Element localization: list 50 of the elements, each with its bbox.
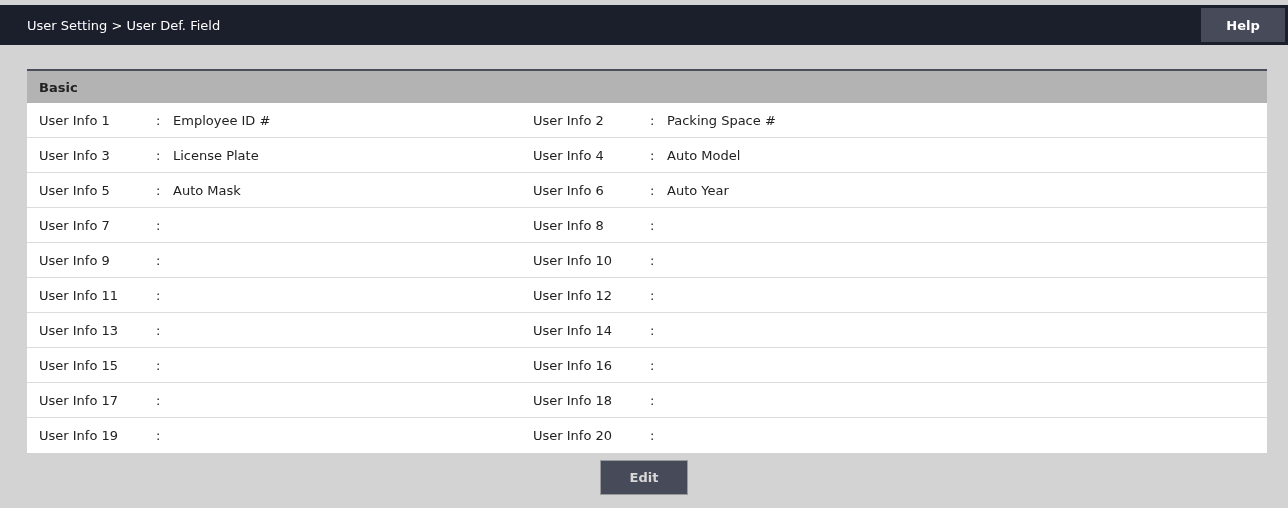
separator: : <box>156 217 162 233</box>
field-value: Auto Mask <box>173 182 241 198</box>
field-value: Auto Model <box>667 147 741 163</box>
separator: : <box>650 182 656 198</box>
field-label: User Info 6 <box>533 182 605 198</box>
field-label: User Info 11 <box>39 287 120 303</box>
field-label: User Info 1 <box>39 112 111 128</box>
field-label: User Info 19 <box>39 428 120 443</box>
field-label: User Info 12 <box>533 287 614 303</box>
field-label: User Info 5 <box>39 182 111 198</box>
separator: : <box>650 147 656 163</box>
separator: : <box>156 287 162 303</box>
separator: : <box>156 392 162 408</box>
field-label: User Info 7 <box>39 217 111 233</box>
field-value: Packing Space # <box>667 112 776 128</box>
separator: : <box>650 392 656 408</box>
edit-button[interactable]: Edit <box>600 460 688 495</box>
separator: : <box>156 357 162 373</box>
separator: : <box>156 322 162 338</box>
separator: : <box>156 428 162 443</box>
separator: : <box>650 428 656 443</box>
field-label: User Info 3 <box>39 147 111 163</box>
separator: : <box>156 112 162 128</box>
field-label: User Info 10 <box>533 252 614 268</box>
field-label: User Info 20 <box>533 428 614 443</box>
separator: : <box>650 112 656 128</box>
help-button[interactable]: Help <box>1201 8 1285 42</box>
field-label: User Info 16 <box>533 357 614 373</box>
field-label: User Info 13 <box>39 322 120 338</box>
separator: : <box>156 182 162 198</box>
field-value: Auto Year <box>667 182 729 198</box>
field-label: User Info 2 <box>533 112 605 128</box>
field-label: User Info 14 <box>533 322 614 338</box>
field-value: License Plate <box>173 147 259 163</box>
field-label: User Info 15 <box>39 357 120 373</box>
separator: : <box>156 147 162 163</box>
field-value: Employee ID # <box>173 112 271 128</box>
field-label: User Info 18 <box>533 392 614 408</box>
separator: : <box>650 322 656 338</box>
breadcrumb: User Setting > User Def. Field <box>27 17 221 33</box>
field-label: User Info 8 <box>533 217 605 233</box>
separator: : <box>156 252 162 268</box>
field-label: User Info 9 <box>39 252 111 268</box>
separator: : <box>650 287 656 303</box>
separator: : <box>650 357 656 373</box>
separator: : <box>650 217 656 233</box>
field-label: User Info 4 <box>533 147 605 163</box>
field-label: User Info 17 <box>39 392 120 408</box>
section-title: Basic <box>39 79 78 95</box>
separator: : <box>650 252 656 268</box>
